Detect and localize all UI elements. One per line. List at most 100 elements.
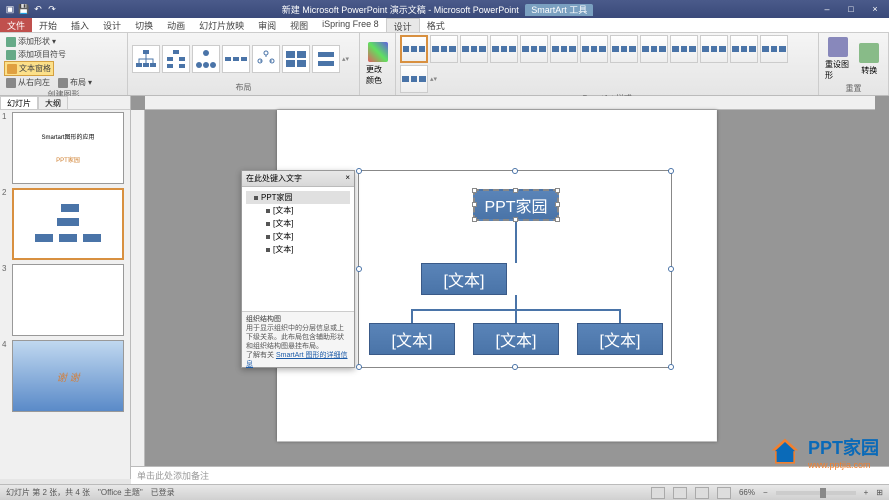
list-item[interactable]: [文本]	[246, 230, 350, 243]
zoom-in-icon[interactable]: +	[864, 488, 869, 497]
resize-handle[interactable]	[356, 364, 362, 370]
add-shape-button[interactable]: 添加形状 ▾	[4, 35, 58, 48]
maximize-button[interactable]: □	[841, 4, 861, 14]
zoom-slider[interactable]	[776, 491, 856, 495]
tab-smartart-design[interactable]: 设计	[386, 18, 420, 32]
horizontal-ruler	[145, 96, 875, 110]
zoom-thumb[interactable]	[820, 488, 826, 498]
layout-option[interactable]	[222, 45, 250, 73]
smartart-node[interactable]: [文本]	[577, 323, 663, 355]
style-gallery-expand[interactable]: ▴▾	[430, 75, 440, 83]
style-option[interactable]	[760, 35, 788, 63]
list-item[interactable]: [文本]	[246, 217, 350, 230]
reset-graphic-button[interactable]: 重设图形	[823, 35, 853, 83]
fit-to-window-button[interactable]: ⊞	[876, 488, 883, 497]
text-pane-list[interactable]: PPT家园 [文本] [文本] [文本] [文本]	[242, 187, 354, 311]
bullet-icon	[266, 235, 270, 239]
rtl-button[interactable]: 从右向左	[4, 76, 52, 89]
view-normal-button[interactable]	[651, 487, 665, 499]
style-option[interactable]	[400, 65, 428, 93]
minimize-button[interactable]: –	[817, 4, 837, 14]
resize-handle[interactable]	[512, 364, 518, 370]
undo-icon[interactable]: ↶	[32, 3, 44, 15]
convert-button[interactable]: 转换	[855, 41, 885, 78]
tab-insert[interactable]: 插入	[64, 18, 96, 32]
layout-option[interactable]	[162, 45, 190, 73]
view-sorter-button[interactable]	[673, 487, 687, 499]
slides-panel: 幻灯片 大纲 1 Smartart图形的应用 PPT家园 2	[0, 96, 131, 479]
style-option-selected[interactable]	[400, 35, 428, 63]
thumb-title: Smartart图形的应用	[41, 132, 94, 141]
tab-home[interactable]: 开始	[32, 18, 64, 32]
smartart-root-node[interactable]: PPT家园	[473, 189, 559, 221]
style-option[interactable]	[580, 35, 608, 63]
tab-design[interactable]: 设计	[96, 18, 128, 32]
style-option[interactable]	[700, 35, 728, 63]
tab-animations[interactable]: 动画	[160, 18, 192, 32]
list-item[interactable]: PPT家园	[246, 191, 350, 204]
view-reading-button[interactable]	[695, 487, 709, 499]
style-option[interactable]	[520, 35, 548, 63]
resize-handle[interactable]	[668, 266, 674, 272]
tab-slideshow[interactable]: 幻灯片放映	[192, 18, 251, 32]
style-option[interactable]	[550, 35, 578, 63]
layout-option[interactable]	[282, 45, 310, 73]
add-bullet-button[interactable]: 添加项目符号	[4, 48, 68, 61]
slide-thumbnail[interactable]: 3	[2, 264, 128, 336]
tab-outline-thumb[interactable]: 大纲	[38, 96, 68, 109]
tab-ispring[interactable]: iSpring Free 8	[315, 18, 386, 32]
text-pane-close-icon[interactable]: ×	[345, 173, 350, 184]
style-option[interactable]	[430, 35, 458, 63]
resize-handle[interactable]	[356, 168, 362, 174]
resize-handle[interactable]	[668, 364, 674, 370]
layout-gallery-expand[interactable]: ▴▾	[342, 55, 352, 63]
rtl-icon	[6, 78, 16, 88]
text-pane-button[interactable]: 文本窗格	[4, 61, 54, 76]
ribbon: 添加形状 ▾ 添加项目符号 文本窗格 从右向左 布局 ▾ 创建图形 ▴▾ 布局 …	[0, 33, 889, 96]
tab-smartart-format[interactable]: 格式	[420, 18, 452, 32]
style-option[interactable]	[730, 35, 758, 63]
style-option[interactable]	[670, 35, 698, 63]
tab-review[interactable]: 审阅	[251, 18, 283, 32]
smartart-node[interactable]: [文本]	[473, 323, 559, 355]
layout-option[interactable]	[252, 45, 280, 73]
layout-option[interactable]	[192, 45, 220, 73]
tab-view[interactable]: 视图	[283, 18, 315, 32]
slide-thumbnail-selected[interactable]: 2	[2, 188, 128, 260]
style-option[interactable]	[490, 35, 518, 63]
resize-handle[interactable]	[668, 168, 674, 174]
style-option[interactable]	[460, 35, 488, 63]
slide-thumbnail[interactable]: 1 Smartart图形的应用 PPT家园	[2, 112, 128, 184]
redo-icon[interactable]: ↷	[46, 3, 58, 15]
view-slideshow-button[interactable]	[717, 487, 731, 499]
smartart-text-pane[interactable]: 在此处键入文字 × PPT家园 [文本] [文本] [文本] [文本] 组织结构…	[241, 170, 355, 368]
thumbnails-list: 1 Smartart图形的应用 PPT家园 2	[0, 110, 130, 479]
layout-option[interactable]	[312, 45, 340, 73]
layout-option[interactable]	[132, 45, 160, 73]
close-button[interactable]: ×	[865, 4, 885, 14]
connector-line	[515, 309, 517, 323]
tab-slides-thumb[interactable]: 幻灯片	[0, 96, 38, 109]
resize-handle[interactable]	[356, 266, 362, 272]
tab-transitions[interactable]: 切换	[128, 18, 160, 32]
style-option[interactable]	[610, 35, 638, 63]
style-option[interactable]	[640, 35, 668, 63]
window-title: 新建 Microsoft PowerPoint 演示文稿 - Microsoft…	[58, 3, 817, 16]
slide-thumbnail[interactable]: 4 谢 谢	[2, 340, 128, 412]
smartart-node[interactable]: [文本]	[369, 323, 455, 355]
zoom-out-icon[interactable]: −	[763, 488, 768, 497]
smartart-node[interactable]: [文本]	[421, 263, 507, 295]
change-colors-button[interactable]: 更改颜色	[364, 40, 391, 88]
list-item[interactable]: [文本]	[246, 204, 350, 217]
tab-file[interactable]: 文件	[0, 18, 32, 32]
list-item[interactable]: [文本]	[246, 243, 350, 256]
smartart-container[interactable]: PPT家园 [文本] [文本] [文本] [文本]	[358, 170, 672, 368]
layout-button[interactable]: 布局 ▾	[56, 76, 94, 89]
zoom-percent[interactable]: 66%	[739, 488, 755, 497]
connector-line	[619, 309, 621, 323]
thumb-smartart-icon	[33, 204, 103, 244]
resize-handle[interactable]	[512, 168, 518, 174]
bullet-icon	[6, 50, 16, 60]
notes-placeholder: 单击此处添加备注	[137, 471, 209, 481]
save-icon[interactable]: 💾	[18, 3, 30, 15]
